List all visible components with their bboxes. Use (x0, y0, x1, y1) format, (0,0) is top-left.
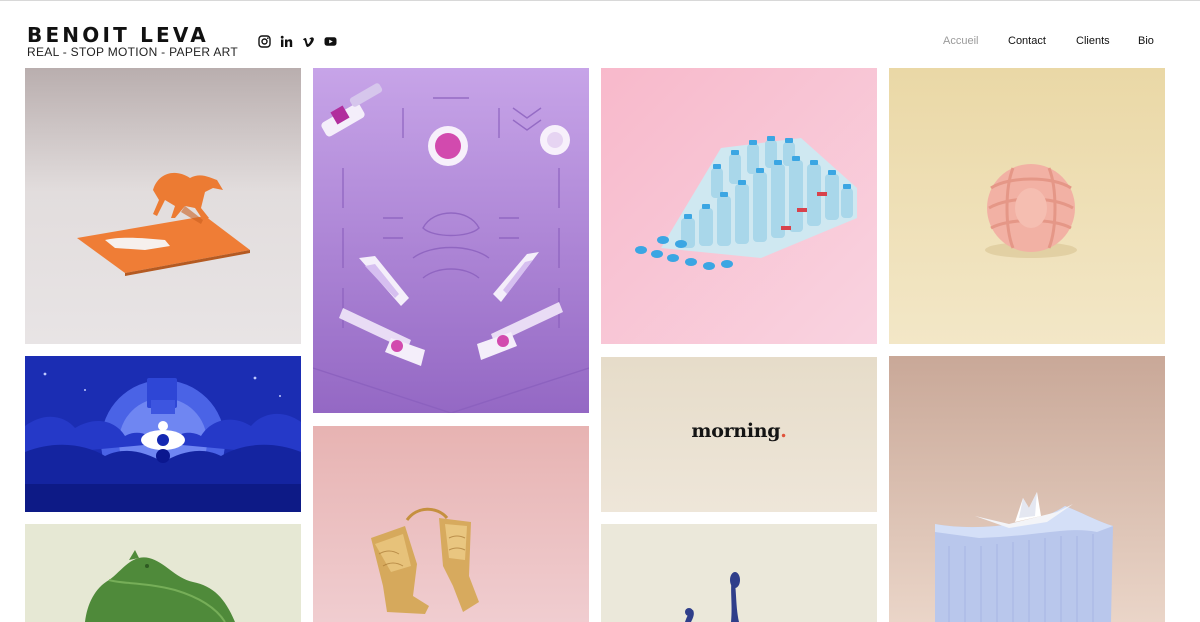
golden-boots-image (313, 426, 589, 622)
gallery-item-paper-boat[interactable] (889, 356, 1165, 622)
morning-dot: . (780, 420, 787, 442)
gallery-item-blue-splash[interactable] (601, 524, 877, 622)
gallery-item-water-bottles[interactable] (601, 68, 877, 344)
gallery-item-night-scene[interactable] (25, 356, 301, 512)
morning-wordmark: morning. (601, 420, 877, 442)
gallery-item-morning-card[interactable]: morning. (601, 357, 877, 512)
paper-horse-image (25, 68, 301, 344)
nav-clients[interactable]: Clients (1076, 35, 1110, 48)
gallery-item-leaf-panther[interactable] (25, 524, 301, 622)
gallery-item-paper-pinball[interactable] (313, 68, 589, 413)
gallery-item-golden-boots[interactable] (313, 426, 589, 622)
paper-pinball-image (313, 68, 589, 413)
night-scene-image (25, 356, 301, 512)
top-divider (0, 0, 1200, 1)
gallery-item-paper-horse[interactable] (25, 68, 301, 344)
nav-contact[interactable]: Contact (1008, 35, 1046, 48)
water-bottles-image (601, 68, 877, 344)
gallery-item-pink-knot[interactable] (889, 68, 1165, 344)
nav-accueil[interactable]: Accueil (943, 35, 978, 48)
morning-text: morning (691, 420, 781, 442)
leaf-panther-image (25, 524, 301, 622)
main-nav: Accueil Contact Clients Bio (0, 35, 1200, 49)
blue-splash-image (601, 524, 877, 622)
nav-bio[interactable]: Bio (1138, 35, 1154, 48)
pink-knot-image (889, 68, 1165, 344)
paper-boat-image (889, 356, 1165, 622)
